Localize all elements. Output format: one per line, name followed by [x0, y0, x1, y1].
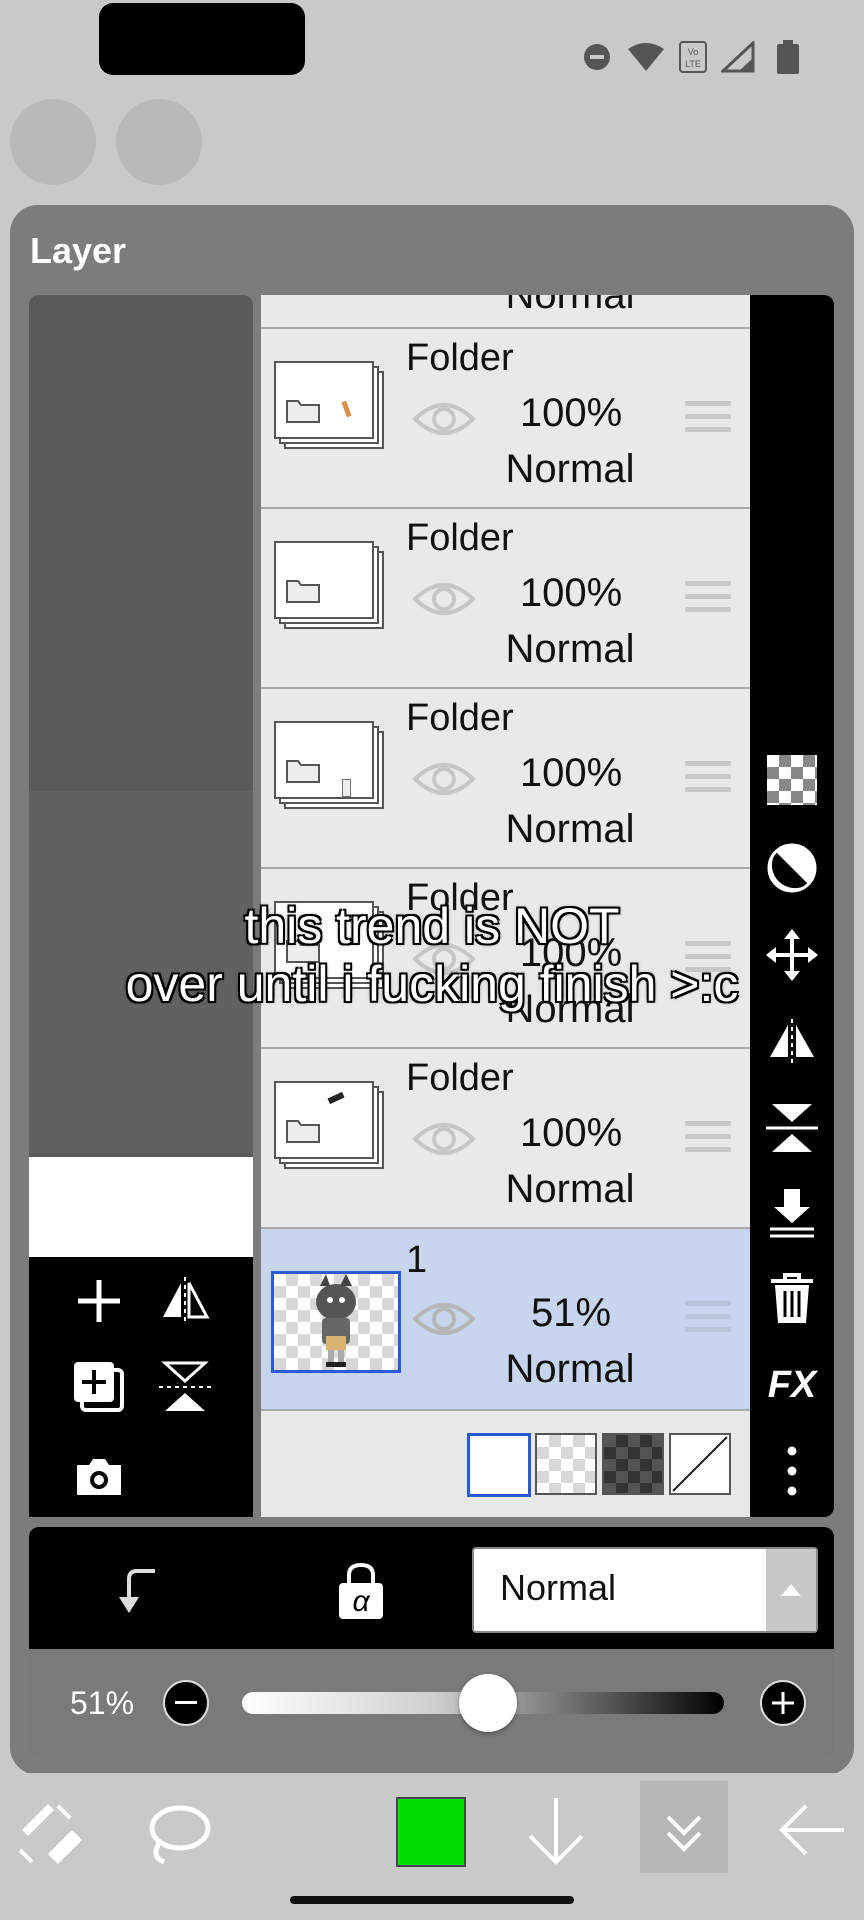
opacity-label: 51%	[70, 1685, 135, 1721]
opacity-increase-button[interactable]	[760, 1680, 806, 1726]
background-white-swatch[interactable]	[467, 1433, 531, 1497]
layer-row[interactable]: Folder 100% Normal	[261, 329, 750, 509]
eye-icon[interactable]	[413, 397, 475, 441]
alpha-symbol: α	[352, 1585, 370, 1618]
layer-name: 1	[406, 1239, 428, 1281]
ghost-button-1[interactable]	[10, 99, 96, 185]
layer-name: Folder	[406, 337, 514, 379]
wifi-icon	[624, 40, 668, 74]
layer-blend: Normal	[505, 1167, 635, 1211]
layer-opacity: 100%	[519, 391, 623, 435]
layer-blend: Normal	[505, 447, 635, 491]
eye-icon[interactable]	[413, 577, 475, 621]
flip-vertical-icon[interactable]	[764, 1100, 820, 1156]
drag-handle-icon[interactable]	[685, 581, 731, 619]
layer-opacity: 51%	[530, 1291, 612, 1335]
layer-row-selected[interactable]: 1 51% Normal	[261, 1229, 750, 1411]
add-layer-copy-icon[interactable]	[69, 1357, 129, 1417]
layer-opacity: 100%	[519, 571, 623, 615]
add-layer-icon[interactable]	[69, 1271, 129, 1331]
caption-line-1: this trend is NOT	[244, 898, 620, 954]
eye-icon[interactable]	[413, 1297, 475, 1341]
camera-icon[interactable]	[69, 1447, 129, 1507]
merge-down-icon[interactable]	[764, 1185, 820, 1241]
alpha-lock-icon[interactable]: α	[335, 1561, 387, 1621]
volte-icon: Vo LTE	[678, 40, 708, 74]
layer-name: Folder	[406, 517, 514, 559]
flip-horizontal-icon[interactable]	[764, 1013, 820, 1069]
blend-mode-value: Normal	[500, 1567, 617, 1608]
opacity-slider[interactable]	[242, 1674, 724, 1732]
folder-thumbnail	[274, 541, 386, 629]
folder-icon	[286, 400, 320, 423]
down-arrow-icon[interactable]	[524, 1796, 588, 1866]
character-art	[316, 1274, 356, 1367]
more-icon[interactable]	[764, 1443, 820, 1499]
layer-blend: Normal	[505, 1347, 635, 1391]
folder-thumbnail	[274, 1081, 386, 1169]
background-options	[261, 1413, 750, 1517]
ghost-button-2[interactable]	[116, 99, 202, 185]
layer-blend: Normal	[505, 295, 635, 317]
invert-icon[interactable]	[764, 840, 820, 896]
drag-handle-icon[interactable]	[685, 401, 731, 439]
lasso-icon[interactable]	[144, 1800, 212, 1866]
drag-handle-icon[interactable]	[685, 1301, 731, 1339]
folder-thumbnail	[274, 721, 386, 809]
layer-blend: Normal	[505, 627, 635, 671]
blend-mode-select[interactable]: Normal	[472, 1547, 818, 1633]
eye-icon[interactable]	[413, 757, 475, 801]
trash-icon[interactable]	[764, 1271, 820, 1327]
svg-text:LTE: LTE	[685, 59, 701, 69]
checker-icon[interactable]	[764, 752, 820, 808]
flip-horizontal-icon[interactable]	[155, 1271, 215, 1331]
folder-thumbnail	[274, 361, 386, 449]
left-toolbar	[29, 1257, 253, 1517]
layer-thumbnail	[271, 1271, 401, 1373]
caption-line-2: over until i fucking finish >:c	[125, 956, 739, 1012]
signal-icon	[720, 40, 756, 74]
layer-row[interactable]: Folder 100% Normal	[261, 1049, 750, 1229]
background-transparent-swatch[interactable]	[535, 1433, 597, 1495]
background-dark-swatch[interactable]	[602, 1433, 664, 1495]
camera-cutout	[99, 3, 305, 75]
collapse-icon[interactable]	[640, 1781, 728, 1873]
drag-handle-icon[interactable]	[685, 761, 731, 799]
brush-eraser-icon[interactable]	[18, 1800, 86, 1864]
folder-icon	[286, 760, 320, 783]
fx-button[interactable]: FX	[764, 1357, 820, 1413]
slider-knob[interactable]	[458, 1674, 517, 1732]
opacity-decrease-button[interactable]	[163, 1680, 209, 1726]
folder-icon	[286, 1120, 320, 1143]
layer-name: Folder	[406, 697, 514, 739]
layer-row[interactable]: Folder 100% Normal	[261, 689, 750, 869]
video-caption: this trend is NOT over until i fucking f…	[0, 897, 864, 1013]
back-arrow-icon[interactable]	[776, 1800, 846, 1860]
chevron-up-icon	[766, 1549, 816, 1631]
folder-icon	[286, 580, 320, 603]
preview-white-area	[29, 1157, 253, 1257]
panel-title: Layer	[30, 230, 127, 271]
layer-name: Folder	[406, 1057, 514, 1099]
layer-opacity: 100%	[519, 751, 623, 795]
eye-icon[interactable]	[413, 1117, 475, 1161]
layer-blend: Normal	[505, 807, 635, 851]
flip-vertical-icon[interactable]	[155, 1357, 215, 1417]
layer-row[interactable]: Folder 100% Normal	[261, 509, 750, 689]
drag-handle-icon[interactable]	[685, 1121, 731, 1159]
background-none-swatch[interactable]	[669, 1433, 731, 1495]
do-not-disturb-icon	[580, 40, 614, 74]
battery-icon	[774, 40, 802, 74]
layer-row-partial[interactable]: Normal	[261, 295, 750, 329]
clip-icon[interactable]	[115, 1567, 165, 1617]
gesture-nav-handle[interactable]	[290, 1896, 574, 1904]
color-swatch[interactable]	[396, 1797, 466, 1867]
layer-opacity: 100%	[519, 1111, 623, 1155]
svg-text:Vo: Vo	[688, 47, 699, 57]
